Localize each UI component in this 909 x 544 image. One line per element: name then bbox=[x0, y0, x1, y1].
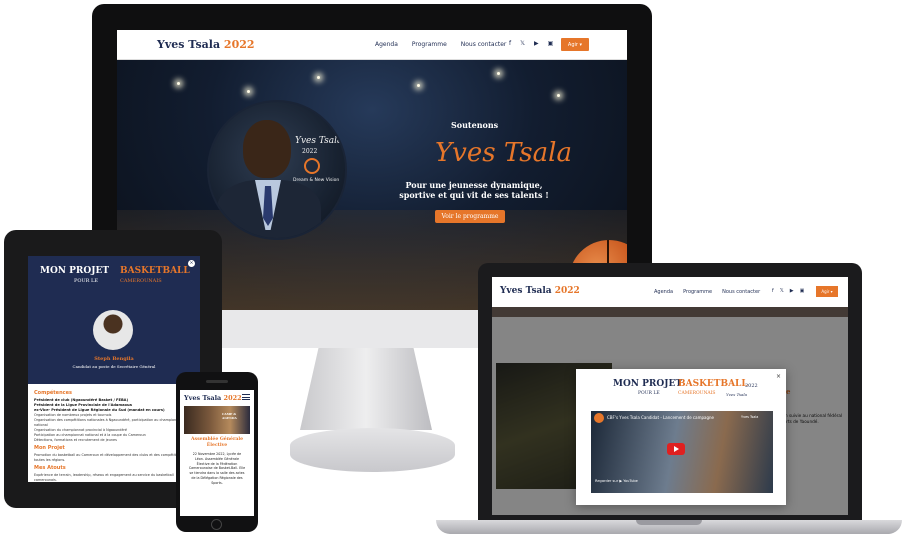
tablet-title-right: BASKETBALL bbox=[120, 266, 190, 276]
nav-contact-link[interactable]: Nous contacter bbox=[461, 41, 507, 48]
agir-button[interactable]: Agir ▾ bbox=[816, 286, 838, 297]
event-headline: Assemblée Générale Élective bbox=[190, 437, 244, 448]
video-title[interactable]: CBF's Yves Tsala Candidat - Lancement de… bbox=[607, 415, 714, 420]
watch-on-youtube-link[interactable]: Regarder sur ▶ YouTube bbox=[595, 479, 638, 483]
desktop-nav-links: Agenda Programme Nous contacter bbox=[375, 41, 506, 48]
smartphone: Yves Tsala 2022 CAMP & AGENDA Assemblée … bbox=[176, 372, 258, 532]
nav-agenda-link[interactable]: Agenda bbox=[375, 41, 398, 48]
profile-role: Candidat au poste de Secrétaire Général bbox=[72, 364, 156, 369]
arena-light bbox=[497, 72, 500, 75]
twitter-icon[interactable]: 𝕏 bbox=[520, 40, 525, 47]
desktop-brand[interactable]: Yves Tsala 2022 bbox=[157, 38, 255, 51]
tablet-header: MON PROJET BASKETBALL POUR LE CAMEROUNAI… bbox=[28, 256, 200, 298]
twitter-icon[interactable]: 𝕏 bbox=[780, 288, 784, 294]
tablet-title-left: MON PROJET bbox=[40, 266, 110, 276]
modal-backdrop[interactable]: × MON PROJET BASKETBALL 2022 POUR LE CAM… bbox=[492, 307, 848, 515]
campaign-logo-script: Yves Tsala bbox=[295, 136, 343, 146]
campaign-logo-icon bbox=[304, 158, 320, 174]
instagram-icon[interactable]: ▣ bbox=[800, 288, 805, 294]
close-icon[interactable]: × bbox=[188, 260, 195, 267]
section-atouts: Mes Atouts bbox=[34, 464, 66, 471]
modal-subtitle-left: POUR LE bbox=[638, 391, 660, 396]
voir-programme-button[interactable]: Voir le programme bbox=[435, 210, 505, 223]
phone-brand[interactable]: Yves Tsala 2022 bbox=[184, 394, 242, 402]
youtube-icon[interactable]: ▶ bbox=[534, 40, 539, 47]
atouts-text: Expérience de terrain, leadership, résea… bbox=[34, 472, 174, 482]
desktop-social-icons: f 𝕏 ▶ ▣ bbox=[509, 40, 553, 47]
arena-light bbox=[177, 82, 180, 85]
arena-light bbox=[417, 84, 420, 87]
facebook-icon[interactable]: f bbox=[772, 288, 774, 294]
competence-bullet: Organisation des compétitions nationales… bbox=[34, 418, 182, 427]
event-paragraph: 22 Novembre 2022, Lycée de Léon. Assembl… bbox=[188, 452, 246, 485]
competence-bullet: Détections, formations et recrutement de… bbox=[34, 437, 117, 442]
hero-tagline: Pour une jeunesse dynamique, sportive et… bbox=[399, 180, 549, 200]
profile-name: Steph Bengila bbox=[94, 356, 134, 362]
laptop-nav-links: Agenda Programme Nous contacter bbox=[654, 289, 760, 295]
event-banner-image: CAMP & AGENDA bbox=[184, 406, 250, 434]
tablet-profile: Steph Bengila Candidat au poste de Secré… bbox=[28, 298, 200, 482]
modal-subtitle-right: CAMEROUNAIS bbox=[678, 391, 716, 396]
banner-caption: CAMP & AGENDA bbox=[222, 412, 237, 420]
arena-light bbox=[557, 94, 560, 97]
monitor-base bbox=[290, 428, 455, 472]
monitor-stand bbox=[300, 348, 432, 430]
candidate-portrait: Yves Tsala 2022 Dream & New Vision bbox=[207, 100, 347, 240]
video-modal: × MON PROJET BASKETBALL 2022 POUR LE CAM… bbox=[576, 369, 786, 505]
facebook-icon[interactable]: f bbox=[509, 40, 511, 47]
instagram-icon[interactable]: ▣ bbox=[548, 40, 554, 47]
campaign-logo-tagline: Dream & New Vision bbox=[293, 178, 340, 183]
projet-text: Promotion du basketball au Cameroun et d… bbox=[34, 452, 193, 462]
hero-name: Yves Tsala bbox=[435, 138, 572, 168]
section-competences: Compétences bbox=[34, 390, 72, 396]
nav-programme-link[interactable]: Programme bbox=[683, 289, 712, 295]
laptop: Yves Tsala 2022 Agenda Programme Nous co… bbox=[478, 263, 862, 523]
responsive-mockup-scene: Yves Tsala 2022 Agenda Programme Nous co… bbox=[0, 0, 909, 544]
profile-details: Compétences Président de club (Ngaoundér… bbox=[28, 384, 200, 482]
nav-agenda-link[interactable]: Agenda bbox=[654, 289, 673, 295]
nav-programme-link[interactable]: Programme bbox=[412, 41, 447, 48]
campaign-logo-year: 2022 bbox=[302, 148, 318, 155]
modal-signature: Yves Tsala bbox=[726, 392, 748, 397]
laptop-social-icons: f 𝕏 ▶ ▣ bbox=[772, 288, 804, 294]
laptop-brand[interactable]: Yves Tsala 2022 bbox=[500, 286, 580, 296]
youtube-icon[interactable]: ▶ bbox=[790, 288, 794, 294]
play-icon[interactable] bbox=[667, 443, 685, 455]
phone-speaker bbox=[206, 380, 228, 383]
tablet-subtitle-right: CAMEROUNAIS bbox=[120, 278, 162, 284]
tablet-screen: MON PROJET BASKETBALL POUR LE CAMEROUNAI… bbox=[28, 256, 200, 482]
hamburger-menu-icon[interactable] bbox=[242, 394, 250, 400]
home-button[interactable] bbox=[211, 519, 222, 530]
modal-title-year: 2022 bbox=[745, 383, 758, 389]
laptop-screen: Yves Tsala 2022 Agenda Programme Nous co… bbox=[492, 277, 848, 515]
arena-light bbox=[317, 76, 320, 79]
avatar bbox=[93, 310, 133, 350]
phone-screen: Yves Tsala 2022 CAMP & AGENDA Assemblée … bbox=[180, 390, 254, 516]
laptop-notch bbox=[636, 520, 702, 525]
agir-button[interactable]: Agir ▾ bbox=[561, 38, 589, 51]
arena-light bbox=[247, 90, 250, 93]
modal-title-right: BASKETBALL bbox=[678, 379, 748, 389]
close-icon[interactable]: × bbox=[776, 373, 781, 380]
modal-title-left: MON PROJET bbox=[613, 379, 683, 389]
section-projet: Mon Projet bbox=[34, 444, 65, 451]
laptop-navbar: Yves Tsala 2022 Agenda Programme Nous co… bbox=[492, 277, 848, 307]
nav-contact-link[interactable]: Nous contacter bbox=[722, 289, 760, 295]
tablet-subtitle-left: POUR LE bbox=[74, 278, 99, 284]
channel-avatar-icon bbox=[594, 413, 604, 423]
video-badge: Yves Tsala bbox=[741, 415, 759, 419]
desktop-navbar: Yves Tsala 2022 Agenda Programme Nous co… bbox=[117, 30, 627, 60]
hero-kicker: Soutenons bbox=[451, 120, 499, 130]
youtube-video-embed[interactable]: CBF's Yves Tsala Candidat - Lancement de… bbox=[591, 411, 773, 493]
